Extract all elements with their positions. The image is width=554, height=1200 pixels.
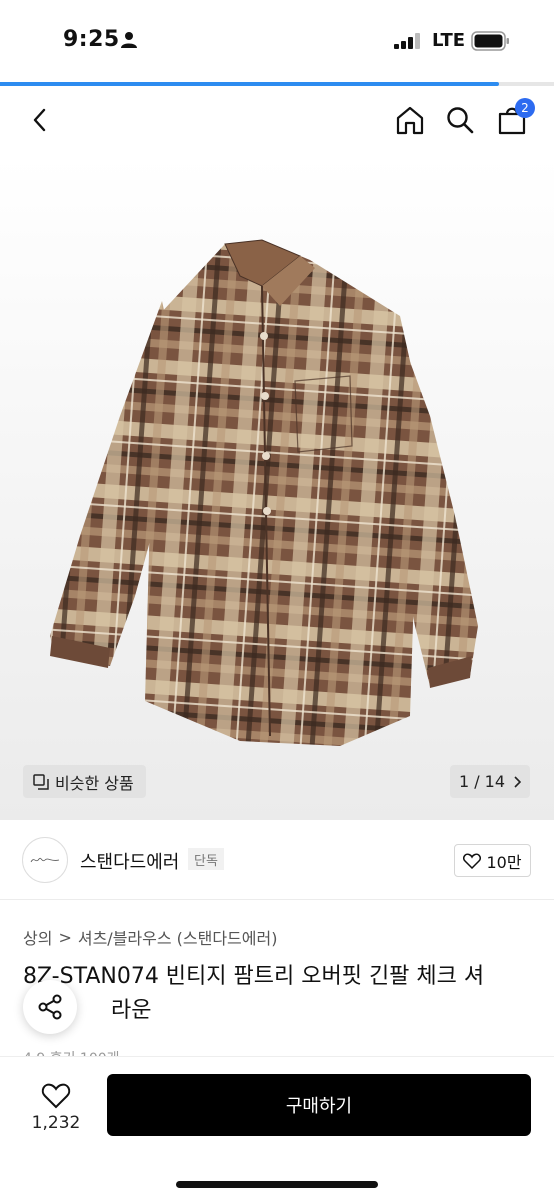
similar-products-button[interactable]: 비슷한 상품 <box>23 765 146 798</box>
breadcrumb: 상의 > 셔츠/블라우스 (스탠다드에러) <box>23 925 277 949</box>
status-time: 9:25 <box>63 27 120 52</box>
share-icon <box>38 994 62 1020</box>
brand-like-count: 10만 <box>486 852 522 872</box>
cart-button[interactable]: 2 <box>492 98 535 140</box>
search-icon <box>447 107 474 134</box>
home-icon <box>396 106 424 135</box>
search-button[interactable] <box>440 100 480 140</box>
heart-icon <box>463 852 482 869</box>
product-photo <box>50 239 478 746</box>
brand-logo[interactable] <box>22 837 68 883</box>
home-button[interactable] <box>390 100 430 140</box>
product-title: 8Z-STAN074 빈티지 팜트리 오버핏 긴팔 체크 셔 라운 <box>23 960 528 1028</box>
chevron-right-icon <box>514 775 522 788</box>
brand-name[interactable]: 스탠다드에러 <box>80 848 179 874</box>
heart-icon <box>41 1083 71 1109</box>
buy-button[interactable]: 구매하기 <box>107 1074 531 1136</box>
exclusive-tag: 단독 <box>188 848 224 870</box>
share-button[interactable] <box>23 980 77 1034</box>
similar-products-label: 비슷한 상품 <box>55 773 134 793</box>
wishlist-count: 1,232 <box>31 1113 81 1133</box>
breadcrumb-subcategory[interactable]: 셔츠/블라우스 (스탠다드에러) <box>78 925 278 949</box>
rating-summary: 4.9 후기 100개 <box>23 1048 120 1056</box>
status-bar: 9:25 LTE <box>0 0 554 82</box>
product-title-line1: 8Z-STAN074 빈티지 팜트리 오버핏 긴팔 체크 셔 <box>23 964 485 989</box>
brand-like-button[interactable]: 10만 <box>454 844 531 877</box>
wishlist-button[interactable]: 1,232 <box>23 1075 89 1141</box>
product-title-line2: 라운 <box>111 998 152 1023</box>
signal-icon <box>394 33 420 49</box>
chevron-left-icon <box>33 108 46 132</box>
top-nav: 2 <box>0 86 554 156</box>
copy-icon <box>33 773 49 790</box>
back-button[interactable] <box>20 100 60 140</box>
home-indicator <box>176 1181 378 1188</box>
breadcrumb-separator: > <box>58 927 72 947</box>
product-image-carousel[interactable]: 비슷한 상품 1 / 14 <box>0 156 554 820</box>
network-label: LTE <box>432 30 466 51</box>
battery-icon <box>471 31 509 51</box>
image-page-indicator[interactable]: 1 / 14 <box>450 765 530 798</box>
bottom-action-bar: 1,232 구매하기 <box>0 1056 554 1200</box>
breadcrumb-category[interactable]: 상의 <box>23 925 52 949</box>
person-icon <box>121 32 137 48</box>
image-page-label: 1 / 14 <box>458 772 506 791</box>
cart-count-badge: 2 <box>515 98 535 118</box>
brand-row: 스탠다드에러 단독 10만 <box>0 820 554 900</box>
brand-signature-logo <box>30 857 60 863</box>
